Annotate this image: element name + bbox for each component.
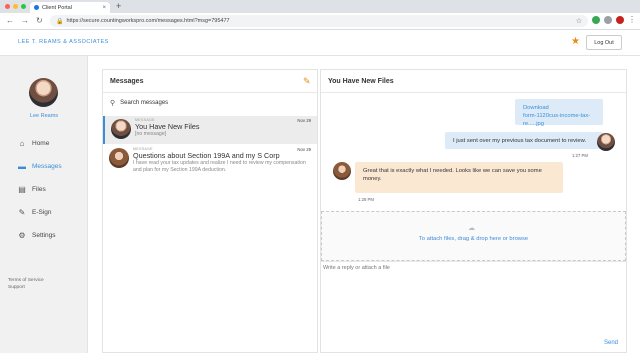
footer-links: Terms of Service Support (8, 277, 44, 291)
conversation-subject: You Have New Files (135, 122, 200, 131)
avatar (109, 148, 129, 168)
url-text[interactable]: https://secure.countingworkspro.com/mess… (66, 18, 572, 24)
sidebar-item-files[interactable]: ▤ Files (18, 178, 62, 201)
received-message-bubble: Great that is exactly what I needed. Loo… (355, 162, 563, 193)
gear-icon: ⚙ (18, 231, 26, 240)
search-input[interactable]: Search messages (120, 100, 168, 106)
thread-title: You Have New Files (328, 78, 394, 85)
reply-area: Send (321, 261, 626, 353)
conversation-preview: I have read your tax updates and realize… (133, 160, 306, 173)
sidebar-item-label: Settings (32, 232, 56, 239)
download-link[interactable]: Download (523, 104, 595, 112)
sidebar-item-label: Files (32, 186, 46, 193)
browser-tab-bar: Client Portal × + (0, 0, 640, 13)
favorite-star-icon[interactable]: ★ (571, 36, 580, 47)
new-tab-button[interactable]: + (116, 1, 121, 11)
attachment-file-name[interactable]: form-1120cus-income-tax-re.....jpg (523, 112, 595, 128)
avatar (111, 119, 131, 139)
pen-icon: ✎ (18, 208, 26, 217)
search-icon: ⚲ (110, 100, 116, 107)
sidebar-item-home[interactable]: ⌂ Home (18, 132, 62, 155)
search-messages[interactable]: ⚲ Search messages (110, 99, 168, 107)
file-icon: ▤ (18, 185, 26, 194)
sidebar-item-settings[interactable]: ⚙ Settings (18, 224, 62, 247)
profile-icon[interactable] (616, 16, 624, 24)
compose-icon[interactable]: ✎ (303, 76, 311, 87)
dropzone-text[interactable]: To attach files, drag & drop here or bro… (322, 236, 625, 242)
sidebar: Lee Reams ⌂ Home ▬ Messages ▤ Files ✎ E-… (0, 56, 88, 353)
minimize-window-button[interactable] (13, 4, 18, 9)
browser-menu-icon[interactable]: ⋮ (628, 16, 636, 24)
favicon-icon (34, 5, 39, 10)
close-window-button[interactable] (5, 4, 10, 9)
sidebar-item-label: Messages (32, 163, 62, 170)
support-link[interactable]: Support (8, 284, 44, 291)
sidebar-item-esign[interactable]: ✎ E-Sign (18, 201, 62, 224)
sidebar-nav: ⌂ Home ▬ Messages ▤ Files ✎ E-Sign ⚙ Set… (18, 132, 62, 247)
browser-toolbar: ← → ↻ 🔒 https://secure.countingworkspro.… (0, 13, 640, 30)
forward-arrow-icon[interactable]: → (21, 16, 29, 25)
sidebar-item-label: E-Sign (32, 209, 52, 216)
browser-tab[interactable]: Client Portal × (30, 2, 110, 13)
home-icon: ⌂ (19, 139, 25, 148)
conversation-item[interactable]: MESSAGE You Have New Files [no message] … (103, 116, 317, 144)
brand-name[interactable]: LEE T. REAMS & ASSOCIATES (18, 39, 109, 45)
user-name[interactable]: Lee Reams (0, 113, 88, 119)
message-time: 1:27 PM (572, 153, 589, 158)
conversation-subject: Questions about Section 199A and my S Co… (133, 151, 280, 160)
divider (103, 92, 317, 93)
reply-input[interactable] (323, 265, 623, 335)
avatar (597, 133, 615, 151)
back-arrow-icon[interactable]: ← (6, 16, 14, 25)
upload-cloud-icon: ☁ (468, 225, 475, 232)
messages-panel: Messages ✎ ⚲ Search messages MESSAGE You… (102, 69, 318, 353)
reload-icon[interactable]: ↻ (36, 16, 43, 25)
conversation-item[interactable]: MESSAGE Questions about Section 199A and… (103, 145, 317, 173)
divider (321, 92, 626, 93)
sent-message-bubble: I just sent over my previous tax documen… (445, 132, 603, 149)
extension-icon[interactable] (592, 16, 600, 24)
window-controls (5, 4, 26, 9)
logout-button[interactable]: Log Out (586, 35, 622, 50)
app-header: LEE T. REAMS & ASSOCIATES ★ Log Out (0, 30, 640, 56)
conversation-date: Nov 29 (297, 147, 311, 152)
extension-icon[interactable] (604, 16, 612, 24)
sidebar-item-messages[interactable]: ▬ Messages (18, 155, 62, 178)
thread-panel: You Have New Files Download form-1120cus… (320, 69, 627, 353)
sidebar-item-label: Home (32, 140, 50, 147)
maximize-window-button[interactable] (21, 4, 26, 9)
conversation-date: Nov 29 (297, 118, 311, 123)
bookmark-star-icon[interactable]: ☆ (576, 17, 582, 25)
lock-icon: 🔒 (56, 18, 64, 25)
user-avatar[interactable] (29, 78, 58, 107)
send-button[interactable]: Send (604, 340, 618, 346)
chat-icon: ▬ (18, 162, 26, 171)
tab-title: Client Portal (42, 4, 72, 11)
file-attachment-bubble[interactable]: Download form-1120cus-income-tax-re.....… (515, 99, 603, 128)
messages-title: Messages (110, 78, 144, 85)
file-dropzone[interactable]: ☁ To attach files, drag & drop here or b… (321, 211, 626, 261)
conversation-preview: [no message] (135, 131, 167, 137)
tab-close-icon[interactable]: × (102, 5, 106, 11)
terms-link[interactable]: Terms of Service (8, 277, 44, 284)
avatar (333, 162, 351, 180)
address-bar[interactable]: 🔒 https://secure.countingworkspro.com/me… (50, 15, 588, 27)
message-time: 1:28 PM (358, 197, 375, 202)
